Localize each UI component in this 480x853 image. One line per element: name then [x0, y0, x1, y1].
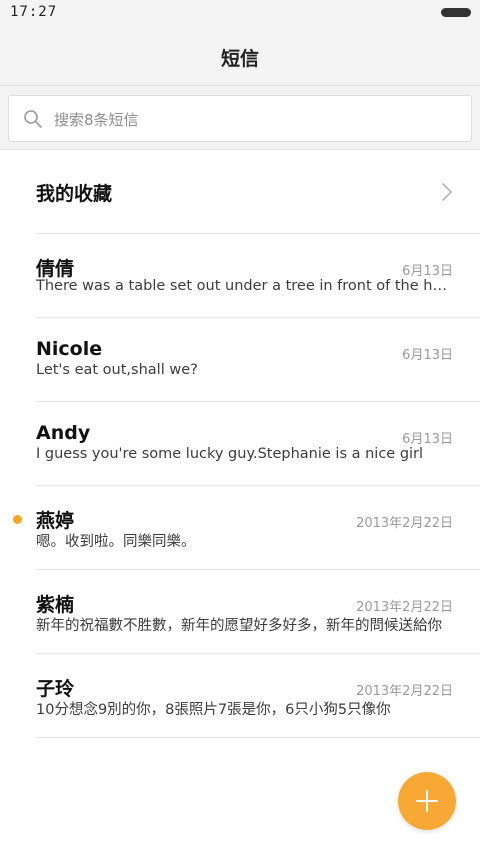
status-time: 17:27: [10, 4, 58, 20]
conversation-item[interactable]: 子玲 2013年2月22日 10分想念9別的你，8張照片7張是你，6只小狗5只像…: [0, 654, 480, 738]
contact-name: Andy: [36, 422, 91, 444]
message-date: 6月13日: [402, 432, 453, 447]
favorites-row[interactable]: 我的收藏: [0, 150, 480, 234]
message-preview: Let's eat out,shall we?: [36, 362, 198, 378]
conversation-item[interactable]: 燕婷 2013年2月22日 嗯。收到啦。同樂同樂。: [0, 486, 480, 570]
search-icon: [24, 110, 42, 128]
message-preview: 嗯。收到啦。同樂同樂。: [36, 534, 196, 550]
battery-icon: [441, 8, 471, 17]
plus-icon: [416, 790, 438, 812]
contact-name: 紫楠: [36, 594, 75, 616]
status-bar: 17:27: [0, 0, 480, 26]
conversation-item[interactable]: 倩倩 6月13日 There was a table set out under…: [0, 234, 480, 318]
search-area: 搜索8条短信: [0, 86, 480, 150]
contact-name: 燕婷: [36, 510, 75, 532]
new-message-button[interactable]: [398, 772, 456, 830]
message-preview: I guess you're some lucky guy.Stephanie …: [36, 446, 424, 462]
divider: [36, 737, 480, 738]
message-date: 2013年2月22日: [356, 516, 453, 531]
message-date: 6月13日: [402, 264, 453, 279]
contact-name: Nicole: [36, 338, 103, 360]
conversation-item[interactable]: Nicole 6月13日 Let's eat out,shall we?: [0, 318, 480, 402]
contact-name: 倩倩: [36, 258, 75, 280]
conversation-item[interactable]: Andy 6月13日 I guess you're some lucky guy…: [0, 402, 480, 486]
message-date: 6月13日: [402, 348, 453, 363]
battery-fill: [444, 11, 468, 14]
chevron-right-icon: [442, 183, 452, 201]
message-preview: 10分想念9別的你，8張照片7張是你，6只小狗5只像你: [36, 702, 391, 718]
message-preview: There was a table set out under a tree i…: [36, 278, 454, 294]
search-placeholder: 搜索8条短信: [54, 111, 139, 129]
page-title: 短信: [220, 48, 259, 70]
conversation-item[interactable]: 紫楠 2013年2月22日 新年的祝福數不胜數，新年的愿望好多好多，新年的問候送…: [0, 570, 480, 654]
favorites-label: 我的收藏: [36, 183, 113, 205]
message-date: 2013年2月22日: [356, 684, 453, 699]
unread-dot: [13, 515, 22, 524]
search-input[interactable]: 搜索8条短信: [8, 95, 472, 142]
message-preview: 新年的祝福數不胜數，新年的愿望好多好多，新年的問候送給你: [36, 618, 442, 634]
title-bar: 短信: [0, 26, 480, 86]
message-date: 2013年2月22日: [356, 600, 453, 615]
contact-name: 子玲: [36, 678, 75, 700]
